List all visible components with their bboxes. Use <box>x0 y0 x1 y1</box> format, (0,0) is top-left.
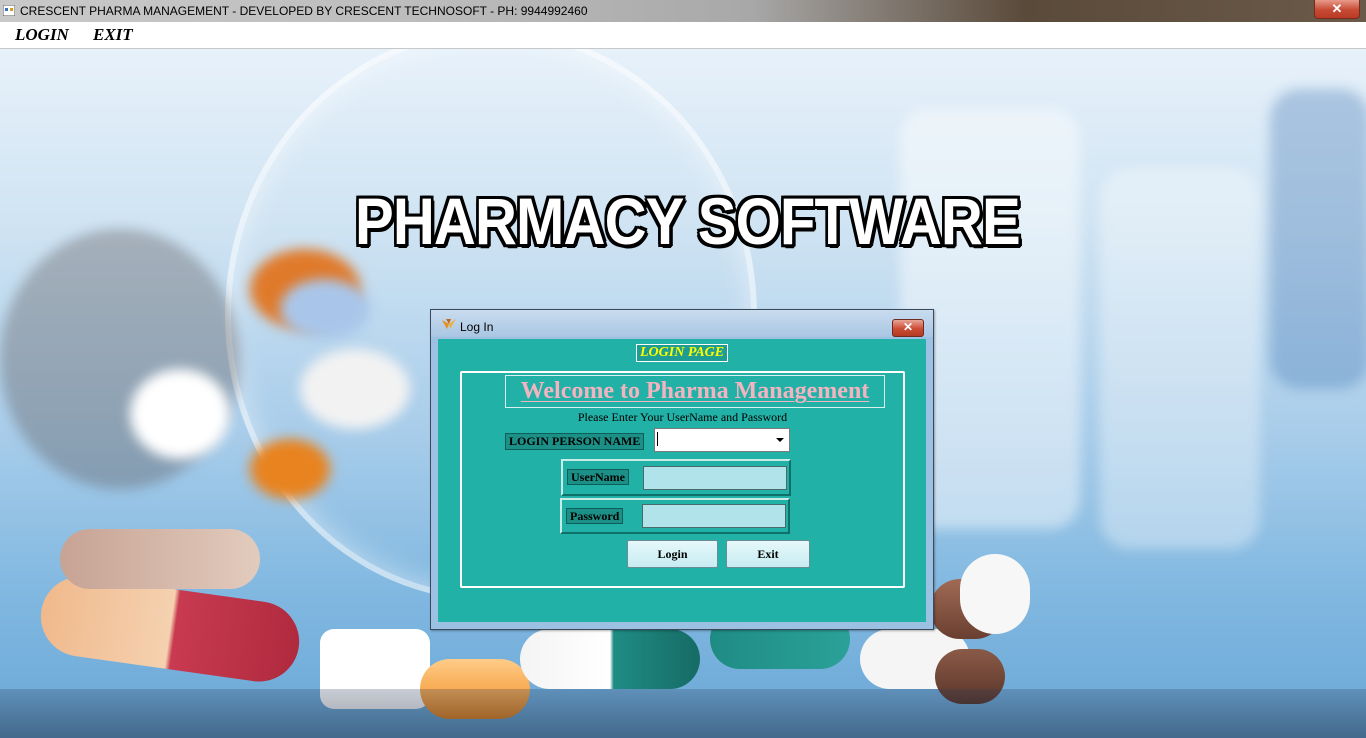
username-label: UserName <box>567 469 629 485</box>
app-logo-icon <box>442 319 456 329</box>
pill-shape <box>300 349 410 429</box>
login-button[interactable]: Login <box>627 540 718 568</box>
dialog-titlebar: Log In ✕ <box>431 310 933 337</box>
capsule-pill <box>520 629 700 689</box>
username-input[interactable] <box>643 466 787 490</box>
menu-item-login[interactable]: LOGIN <box>15 25 69 45</box>
software-heading: PHARMACY SOFTWARE <box>355 184 1021 258</box>
text-caret <box>657 432 658 446</box>
welcome-heading: Welcome to Pharma Management <box>505 375 885 408</box>
password-panel: Password <box>560 498 790 534</box>
exit-button[interactable]: Exit <box>726 540 810 568</box>
application-window: CRESCENT PHARMA MANAGEMENT - DEVELOPED B… <box>0 0 1366 738</box>
login-instruction: Please Enter Your UserName and Password <box>577 410 788 424</box>
dialog-body: LOGIN PAGE Welcome to Pharma Management … <box>438 339 926 622</box>
dialog-close-button[interactable]: ✕ <box>892 319 924 337</box>
bokeh-light <box>1270 89 1366 389</box>
password-input[interactable] <box>642 504 786 528</box>
close-icon: ✕ <box>902 320 914 334</box>
window-title: CRESCENT PHARMA MANAGEMENT - DEVELOPED B… <box>20 4 588 18</box>
password-label: Password <box>566 508 624 524</box>
pill-shape <box>250 439 330 499</box>
login-group-box: Welcome to Pharma Management Please Ente… <box>460 371 905 588</box>
username-panel: UserName <box>561 459 791 496</box>
chevron-down-icon[interactable] <box>776 438 784 442</box>
pill-shape <box>280 279 370 339</box>
menu-item-exit[interactable]: EXIT <box>93 25 133 45</box>
login-page-label: LOGIN PAGE <box>636 344 729 362</box>
bokeh-light <box>1100 169 1260 549</box>
capsule-pill <box>60 529 260 589</box>
window-close-button[interactable]: ✕ <box>1314 0 1360 19</box>
pill-shape <box>130 369 230 459</box>
login-person-label: LOGIN PERSON NAME <box>505 433 645 450</box>
app-window-icon <box>3 5 15 16</box>
login-person-select[interactable] <box>654 428 790 452</box>
close-icon: ✕ <box>1331 1 1343 16</box>
table-reflection <box>0 689 1366 738</box>
window-titlebar: CRESCENT PHARMA MANAGEMENT - DEVELOPED B… <box>0 0 1366 23</box>
dialog-title: Log In <box>460 320 494 334</box>
capsule-pill <box>960 554 1030 634</box>
login-dialog: Log In ✕ LOGIN PAGE Welcome to Pharma Ma… <box>430 309 934 630</box>
menu-bar: LOGIN EXIT <box>0 22 1366 49</box>
